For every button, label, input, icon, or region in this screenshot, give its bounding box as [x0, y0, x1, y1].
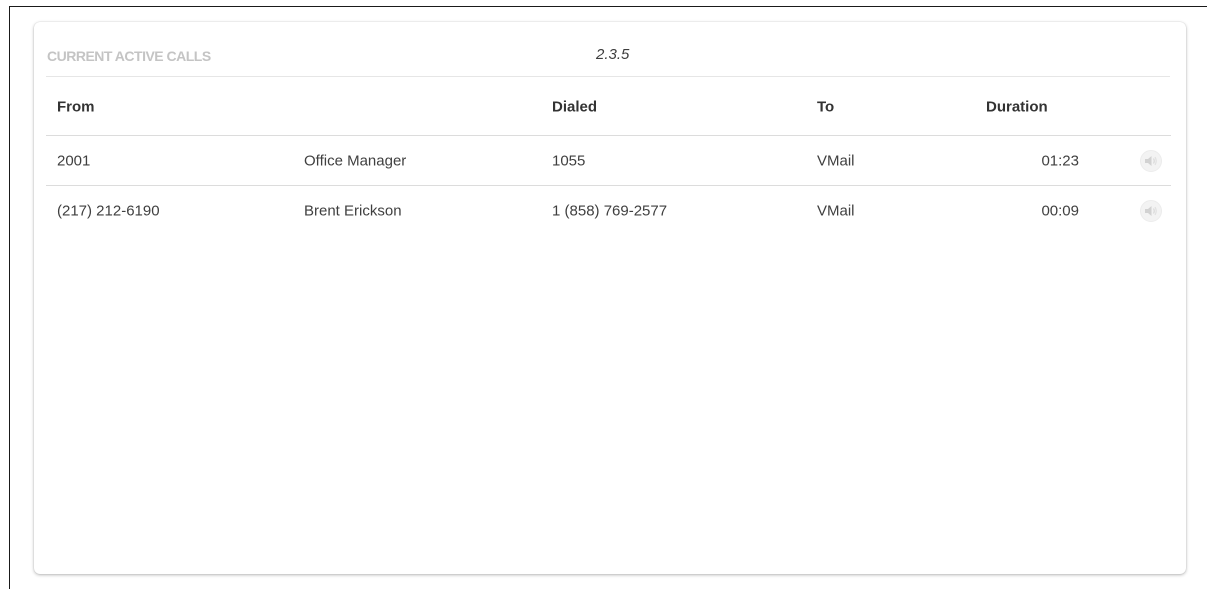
- speaker-icon: [1145, 205, 1157, 216]
- call-from-number: 2001: [57, 152, 91, 169]
- call-dialed-number: 1055: [552, 152, 586, 169]
- call-duration: 01:23: [1041, 152, 1079, 169]
- table-row: 2001 Office Manager 1055 VMail 01:23: [46, 135, 1171, 185]
- table-header-row: From Dialed To Duration: [46, 79, 1171, 135]
- version-label: 2.3.5: [596, 46, 630, 63]
- speaker-icon: [1145, 155, 1157, 166]
- panel-title: CURRENT ACTIVE CALLS: [47, 48, 211, 64]
- call-from-name: Office Manager: [304, 152, 407, 169]
- call-from-name: Brent Erickson: [304, 202, 402, 219]
- table-row: (217) 212-6190 Brent Erickson 1 (858) 76…: [46, 185, 1171, 235]
- listen-button[interactable]: [1140, 149, 1162, 172]
- active-calls-table: From Dialed To Duration 2001 Office Mana…: [46, 79, 1171, 235]
- call-destination: VMail: [817, 152, 855, 169]
- call-duration: 00:09: [1041, 202, 1079, 219]
- listen-button[interactable]: [1140, 199, 1162, 222]
- column-header-to[interactable]: To: [817, 99, 834, 116]
- title-divider: [46, 76, 1170, 77]
- active-calls-panel: CURRENT ACTIVE CALLS 2.3.5 From Dialed T…: [34, 22, 1186, 574]
- column-header-duration[interactable]: Duration: [986, 99, 1048, 116]
- call-from-number: (217) 212-6190: [57, 202, 160, 219]
- call-destination: VMail: [817, 202, 855, 219]
- column-header-dialed[interactable]: Dialed: [552, 99, 597, 116]
- call-dialed-number: 1 (858) 769-2577: [552, 202, 668, 219]
- column-header-from[interactable]: From: [57, 99, 95, 116]
